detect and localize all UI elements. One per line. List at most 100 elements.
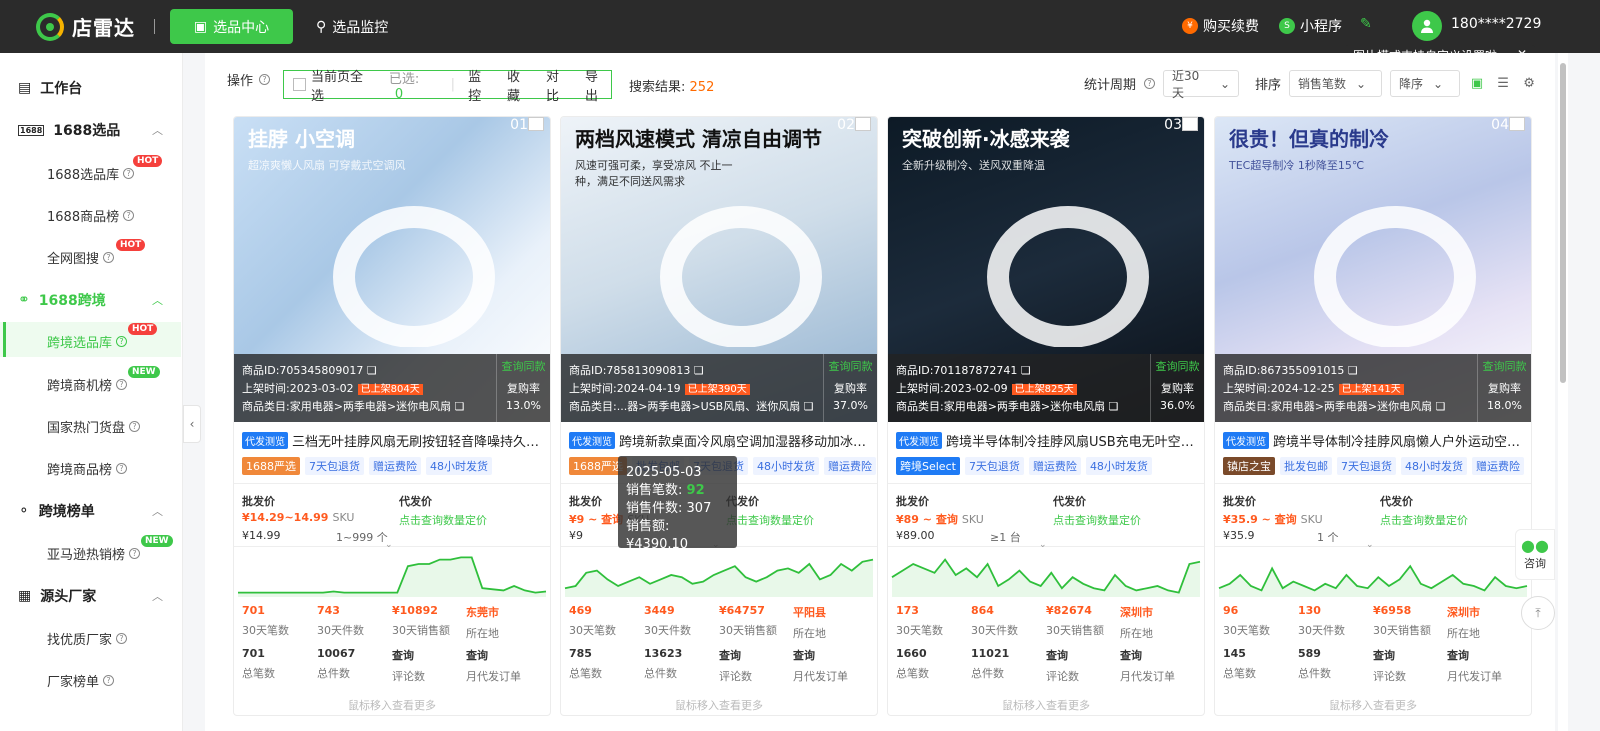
avatar[interactable] — [1412, 11, 1442, 41]
sidebar-item-1688-rank[interactable]: 1688商品榜? — [47, 206, 135, 225]
product-card[interactable]: 很贵！但真的制冷 TEC超导制冷 1秒降至15℃ 04 商品ID:8673550910… — [1214, 116, 1532, 716]
rank-number: 03 — [1164, 117, 1182, 133]
product-title[interactable]: 代发测览 跨境半导体制冷挂脖风扇USB充电无叶空调风扇 — [896, 431, 1200, 450]
copy-icon[interactable]: ❏ — [455, 400, 465, 413]
product-tag: 赠运费险 — [824, 457, 876, 475]
sales-trend-chart[interactable] — [888, 547, 1204, 602]
buy-renew-link[interactable]: ¥ 购买续费 — [1182, 16, 1259, 36]
card-checkbox[interactable] — [1182, 117, 1198, 131]
sidebar-item-workbench[interactable]: ▤ 工作台 — [18, 78, 82, 98]
back-to-top-button[interactable]: ⤒ — [1521, 596, 1555, 630]
product-card[interactable]: 挂脖 小空调 超凉爽懒人风扇 可穿戴式空调风 01 商品ID:705345809017… — [233, 116, 551, 716]
sidebar-group-factory[interactable]: ▦ 源头厂家 ︿ — [18, 586, 168, 606]
help-icon[interactable]: ? — [1144, 78, 1156, 89]
scrollbar[interactable] — [1558, 53, 1568, 731]
dropship-price-link[interactable]: 点击查询数量定价 — [1053, 512, 1141, 528]
help-icon[interactable]: ? — [259, 74, 271, 85]
copy-icon[interactable]: ❏ — [694, 364, 704, 377]
stat-value: 173 — [896, 604, 919, 617]
card-checkbox[interactable] — [1509, 117, 1525, 131]
dropship-price-link[interactable]: 点击查询数量定价 — [726, 512, 814, 528]
mini-program-link[interactable]: S 小程序 — [1279, 16, 1342, 36]
product-card[interactable]: 突破创新·冰感来袭 全新升级制冷、送风双重降温 03 商品ID:70118787274… — [887, 116, 1205, 716]
sidebar-group-1688[interactable]: 1688 1688选品 ︿ — [18, 120, 168, 140]
dropship-badge[interactable]: 代发测览 — [896, 432, 942, 449]
compare-button[interactable]: 对比 — [546, 66, 572, 104]
consult-button[interactable]: ●● 咨询 — [1515, 529, 1555, 580]
sidebar-item-find-factory[interactable]: 找优质厂家? — [47, 629, 128, 648]
price-unit: SKU — [961, 513, 984, 526]
collapse-sidebar-button[interactable]: ‹ — [183, 405, 201, 443]
checkbox[interactable] — [293, 78, 306, 91]
product-title[interactable]: 代发测览 跨境新款桌面冷风扇空调加湿器移动加冰冷风机 — [569, 431, 873, 450]
card-checkbox[interactable] — [855, 117, 871, 131]
stat-label: 总件数 — [644, 667, 677, 680]
product-title[interactable]: 代发测览 三档无叶挂脖风扇无刷按钮轻音降噪持久续航 — [242, 431, 546, 450]
sidebar-item-country-hot[interactable]: 国家热门货盘? — [47, 417, 141, 436]
product-image[interactable]: 两档风速模式 清凉自由调节 风速可强可柔，享受凉风 不止一种，满足不同送风需求 02… — [561, 117, 877, 422]
product-id[interactable]: 785813090813 — [606, 364, 690, 377]
sales-trend-chart[interactable] — [561, 547, 877, 602]
sidebar-item-1688-library[interactable]: 1688选品库? — [47, 164, 135, 183]
sidebar-item-crossborder-opportunity[interactable]: 跨境商机榜? — [47, 375, 128, 394]
logo[interactable]: 店雷达 — [36, 12, 135, 41]
sidebar-group-crossborder[interactable]: ⚭ 1688跨境 ︿ — [18, 290, 168, 310]
sidebar-item-amazon[interactable]: 亚马逊热销榜? — [47, 544, 141, 563]
sort-direction-select[interactable]: 降序 ⌄ — [1390, 70, 1461, 97]
product-image[interactable]: 很贵！但真的制冷 TEC超导制冷 1秒降至15℃ 04 商品ID:8673550910… — [1215, 117, 1531, 422]
sidebar-item-factory-rank[interactable]: 厂家榜单? — [47, 671, 115, 690]
stat-label: 总件数 — [971, 667, 1004, 680]
product-card[interactable]: 两档风速模式 清凉自由调节 风速可强可柔，享受凉风 不止一种，满足不同送风需求 02… — [560, 116, 878, 716]
select-all-checkbox[interactable]: 当前页全选 — [293, 66, 376, 104]
copy-icon[interactable]: ❏ — [367, 364, 377, 377]
query-same-button[interactable]: 查询同款 — [1478, 358, 1531, 374]
product-id[interactable]: 705345809017 — [279, 364, 363, 377]
price-section: 批发价 ¥35.9 ~ 查询 SKU ¥35.9 1 个代发价 点击查询数量定价 ⌄ — [1215, 483, 1531, 550]
copy-icon[interactable]: ❏ — [1109, 400, 1119, 413]
username[interactable]: 180****2729 — [1451, 16, 1541, 32]
monitor-button[interactable]: 监控 — [468, 66, 494, 104]
nav-selection-center[interactable]: ▣ 选品中心 — [170, 9, 293, 44]
product-title[interactable]: 代发测览 跨境半导体制冷挂脖风扇懒人户外运动空调风扇 — [1223, 431, 1527, 450]
dropship-price-link[interactable]: 点击查询数量定价 — [1380, 512, 1468, 528]
query-same-button[interactable]: 查询同款 — [497, 358, 550, 374]
sales-trend-chart[interactable] — [234, 547, 550, 602]
dropship-badge[interactable]: 代发测览 — [569, 432, 615, 449]
favorite-button[interactable]: 收藏 — [507, 66, 533, 104]
copy-icon[interactable]: ❏ — [804, 400, 814, 413]
rank-number: 01 — [510, 117, 528, 133]
sort-field-select[interactable]: 销售笔数 ⌄ — [1289, 70, 1383, 97]
sidebar-item-crossborder-library[interactable]: 跨境选品库? — [47, 332, 128, 351]
export-button[interactable]: 导出 — [585, 66, 611, 104]
sidebar-item-image-search[interactable]: 全网图搜? — [47, 248, 115, 267]
repurchase-label: 复购率 — [1488, 382, 1521, 395]
query-same-button[interactable]: 查询同款 — [824, 358, 877, 374]
wholesale-label: 批发价 — [896, 495, 929, 508]
copy-icon[interactable]: ❏ — [1436, 400, 1446, 413]
result-label: 搜索结果: — [629, 80, 686, 95]
sidebar-item-crossborder-rank[interactable]: 跨境商品榜? — [47, 459, 128, 478]
product-id[interactable]: 867355091015 — [1260, 364, 1344, 377]
sales-trend-chart[interactable] — [1215, 547, 1531, 602]
copy-icon[interactable]: ❏ — [1021, 364, 1031, 377]
product-id[interactable]: 701187872741 — [933, 364, 1017, 377]
period-select[interactable]: 近30天 ⌄ — [1163, 69, 1240, 100]
query-same-button[interactable]: 查询同款 — [1151, 358, 1204, 374]
product-image[interactable]: 挂脖 小空调 超凉爽懒人风扇 可穿戴式空调风 01 商品ID:705345809017… — [234, 117, 550, 422]
sidebar-group-crossborder-rank[interactable]: ⚬ 跨境榜单 ︿ — [18, 501, 168, 521]
copy-icon[interactable]: ❏ — [1348, 364, 1358, 377]
product-image[interactable]: 突破创新·冰感来袭 全新升级制冷、送风双重降温 03 商品ID:70118787274… — [888, 117, 1204, 422]
stat-value: 469 — [569, 604, 592, 617]
card-checkbox[interactable] — [528, 117, 544, 131]
image-view-icon[interactable]: ▣ — [1468, 75, 1486, 93]
stat-label: 30天笔数 — [242, 624, 289, 637]
dropship-price-link[interactable]: 点击查询数量定价 — [399, 512, 487, 528]
nav-monitor[interactable]: ⚲ 选品监控 — [316, 17, 388, 37]
dropship-badge[interactable]: 代发测览 — [1223, 432, 1269, 449]
dropship-badge[interactable]: 代发测览 — [242, 432, 288, 449]
list-view-icon[interactable]: ☰ — [1494, 75, 1512, 93]
product-tag: 批发包邮 — [1280, 457, 1332, 475]
gear-icon[interactable]: ⚙ — [1520, 75, 1538, 93]
trend-area — [238, 557, 546, 597]
message-icon[interactable]: ✎ — [1360, 16, 1372, 32]
